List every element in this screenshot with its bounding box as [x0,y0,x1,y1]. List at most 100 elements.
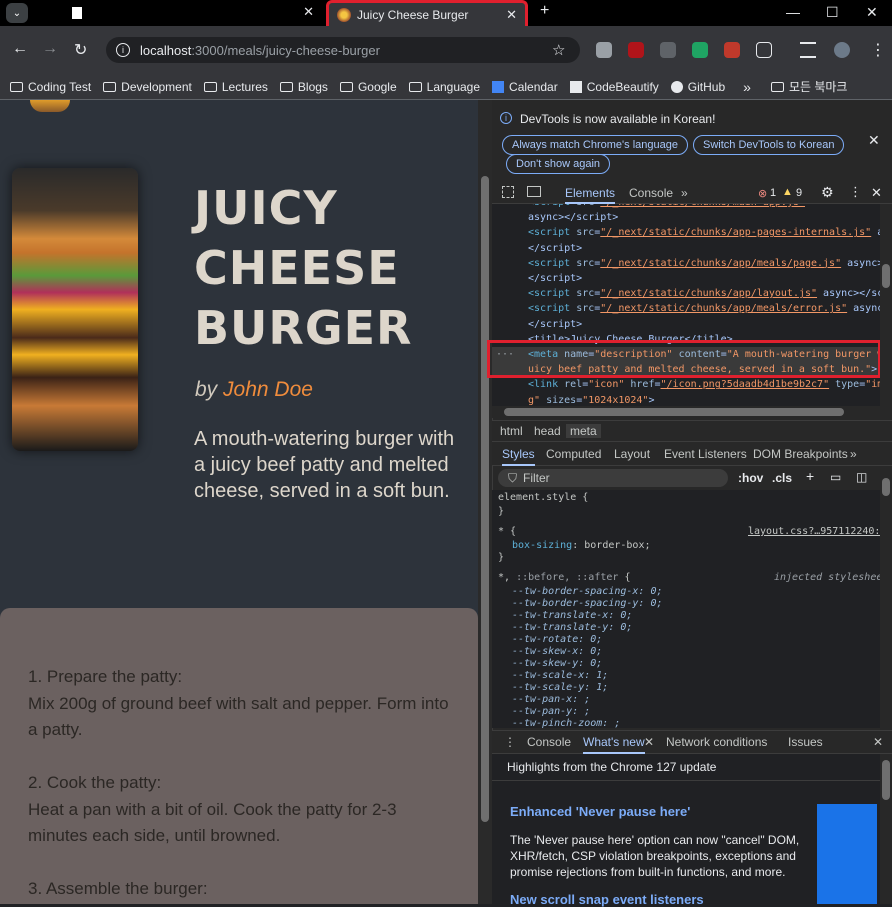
settings-gear-icon[interactable]: ⚙ [821,184,834,201]
folder-icon [279,81,293,92]
feature-illustration [817,804,877,904]
drawer-tab-whats-new[interactable]: What's new [583,735,645,754]
bookmark-all-bookmarks[interactable]: 모든 북마크 [770,78,847,95]
page-scrollbar[interactable] [478,100,492,904]
instruction-step-2: 2. Cook the patty: Heat a pan with a bit … [28,770,450,850]
more-tabs-icon[interactable]: » [681,186,688,200]
match-language-button[interactable]: Always match Chrome's language [502,135,688,155]
tab-layout[interactable]: Layout [614,447,650,461]
tab-strip: ⌄ ✕ Juicy Cheese Burger ✕ + — ☐ ✕ [0,0,892,26]
sidebar-toggle-icon[interactable]: ◫ [856,470,867,484]
author-link[interactable]: John Doe [223,378,313,401]
warning-icon[interactable]: ▲ [782,186,793,198]
tab-elements[interactable]: Elements [565,186,616,204]
site-info-icon[interactable]: i [116,43,130,57]
styles-pane[interactable]: element.style { } * { layout.css?…957112… [492,490,880,728]
maximize-button[interactable]: ☐ [826,4,839,21]
switch-korean-button[interactable]: Switch DevTools to Korean [693,135,845,155]
tab-styles[interactable]: Styles [502,447,535,466]
bookmark-language[interactable]: Language [408,79,481,94]
picture-extension-icon[interactable] [724,42,740,58]
reading-list-icon[interactable] [800,42,816,58]
elements-hscrollbar[interactable] [492,406,880,418]
styles-filter-input[interactable]: ⛉ Filter [498,469,728,487]
more-tabs-icon[interactable]: » [850,447,857,461]
bookmark-calendar[interactable]: Calendar [492,80,558,94]
paint-icon[interactable]: ▭ [830,470,841,484]
close-icon[interactable]: ✕ [868,132,880,149]
close-icon[interactable]: ✕ [644,735,654,749]
close-icon[interactable]: ✕ [506,7,517,23]
address-bar[interactable]: i localhost:3000/meals/juicy-cheese-burg… [106,37,580,63]
bookmark-codebeautify[interactable]: CodeBeautify [569,79,659,94]
address-path: :3000/meals/juicy-cheese-burger [191,42,380,58]
drawer-tab-issues[interactable]: Issues [788,735,823,749]
close-window-button[interactable]: ✕ [866,4,878,21]
step-heading: 1. Prepare the patty: [28,667,183,686]
bookmark-lectures[interactable]: Lectures [203,80,268,94]
camera-extension-icon[interactable] [596,42,612,58]
feature-heading[interactable]: Enhanced 'Never pause here' [510,804,690,819]
tab-console[interactable]: Console [629,186,673,200]
drawer-tab-network-conditions[interactable]: Network conditions [666,735,767,749]
crumb-head[interactable]: head [534,424,561,438]
menu-kebab-icon[interactable]: ⋮ [870,40,886,60]
step-heading: 2. Cook the patty: [28,773,162,792]
feature-heading[interactable]: New scroll snap event listeners [510,892,704,907]
close-icon[interactable]: ✕ [303,4,314,20]
robot-extension-icon[interactable] [660,42,676,58]
bookmark-label: Calendar [509,79,558,94]
bookmark-label: Language [426,79,481,94]
scrollbar-thumb[interactable] [481,176,489,822]
site-logo[interactable] [30,100,70,112]
tab-dom-breakpoints[interactable]: DOM Breakpoints [753,447,848,461]
bookmark-google[interactable]: Google [339,80,397,94]
dont-show-again-button[interactable]: Don't show again [506,154,611,174]
devtools-menu-icon[interactable]: ⋮ [849,184,862,200]
bookmark-star-icon[interactable]: ☆ [552,41,565,59]
tab-inactive[interactable]: ✕ [62,0,322,26]
hov-toggle[interactable]: :hov [738,471,763,485]
back-button[interactable]: ← [12,40,28,58]
tab-computed[interactable]: Computed [546,447,601,461]
meal-byline: by John Doe [195,378,313,402]
bookmark-development[interactable]: Development [103,80,192,94]
red-extension-icon[interactable] [628,42,644,58]
close-drawer-icon[interactable]: ✕ [873,735,883,749]
tab-active[interactable]: Juicy Cheese Burger ✕ [326,0,528,26]
elements-scrollbar[interactable] [880,204,892,406]
bookmark-github[interactable]: GitHub [670,80,725,94]
drawer-menu-icon[interactable]: ⋮ [504,735,516,749]
forward-button[interactable]: → [42,40,58,58]
crumb-html[interactable]: html [500,424,523,438]
codebeautify-icon [569,80,582,93]
folder-icon [10,81,23,92]
notice-text: DevTools is now available in Korean! [520,112,716,126]
error-icon[interactable]: ⊗ [758,187,767,200]
cls-toggle[interactable]: .cls [772,471,792,485]
whats-new-scrollbar[interactable] [880,754,892,904]
styles-scrollbar[interactable] [880,468,892,728]
bookmarks-overflow-button[interactable]: » [743,79,751,95]
close-devtools-icon[interactable]: ✕ [871,185,882,201]
inspect-icon[interactable] [502,186,514,198]
device-toolbar-icon[interactable] [527,186,541,197]
new-tab-button[interactable]: + [540,2,549,20]
filter-icon: ⛉ [508,470,518,485]
feature-description: The 'Never pause here' option can now "c… [510,833,800,879]
tab-event-listeners[interactable]: Event Listeners [664,447,747,461]
reload-button[interactable]: ↻ [74,40,87,60]
drawer-tab-console[interactable]: Console [527,735,571,749]
profile-avatar[interactable] [834,42,850,58]
minimize-button[interactable]: — [786,4,800,20]
burger-favicon-icon [337,7,351,22]
green-extension-icon[interactable] [692,42,708,58]
bookmark-coding-test[interactable]: Coding Test [10,80,91,94]
bookmark-label: CodeBeautify [586,79,659,94]
github-icon [670,80,683,93]
crumb-meta[interactable]: meta [566,424,601,438]
tab-search-button[interactable]: ⌄ [6,3,28,23]
add-rule-icon[interactable]: + [806,468,814,484]
bookmark-blogs[interactable]: Blogs [279,80,328,94]
extensions-puzzle-icon[interactable] [756,42,772,58]
